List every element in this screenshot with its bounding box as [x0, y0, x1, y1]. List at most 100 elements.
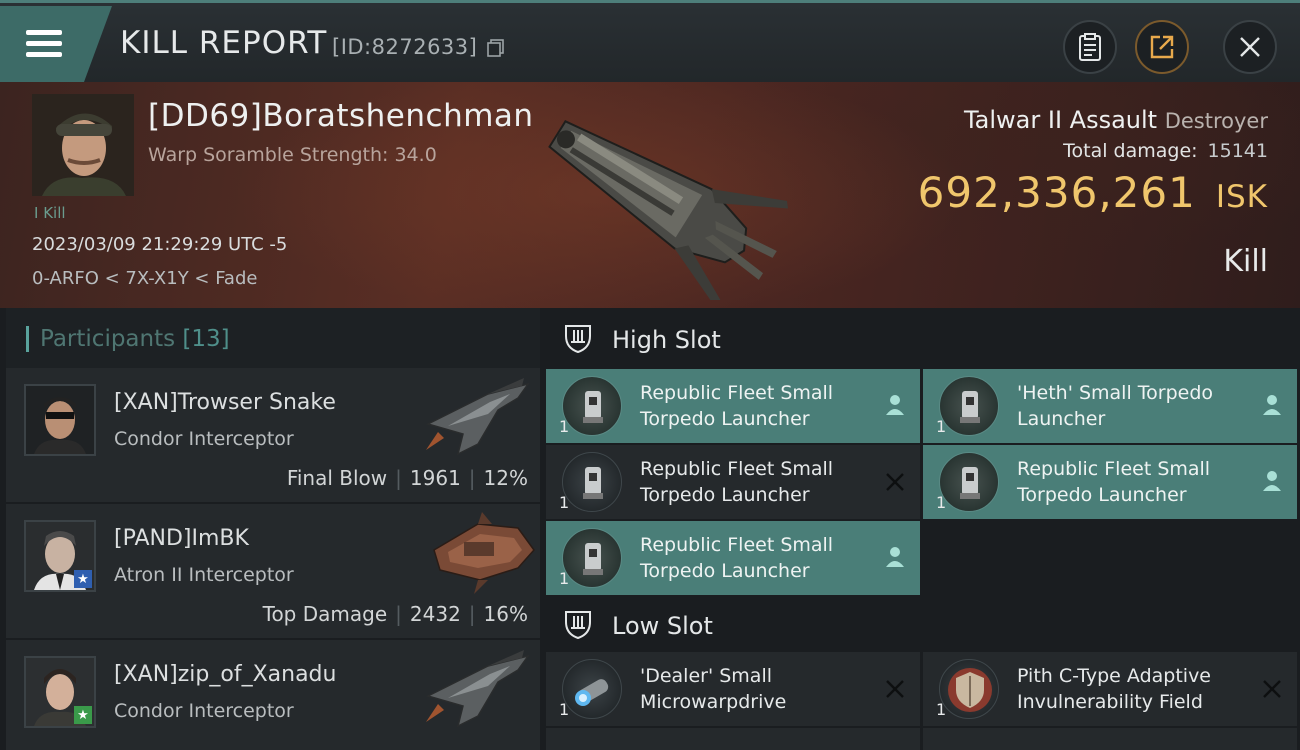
- module-item[interactable]: 1 'Dealer' Small Microwarpdrive: [546, 652, 920, 726]
- module-item[interactable]: 1 Republic Fleet Small Torpedo Launcher: [546, 369, 920, 443]
- participants-label: Participants: [40, 326, 176, 352]
- module-name: Pith C-Type Adaptive Invulnerability Fie…: [1017, 663, 1257, 715]
- module-item[interactable]: 1 Republic Fleet Small Torpedo Launcher: [546, 445, 920, 519]
- kill-banner: [DD69]Boratshenchman Warp Soramble Stren…: [0, 82, 1300, 308]
- module-name-line1: Republic Fleet Small: [640, 382, 834, 404]
- participant-row[interactable]: [XAN]Trowser Snake Condor Interceptor Fi…: [6, 368, 540, 504]
- participant-percent: 12%: [483, 466, 528, 490]
- participants-title: Participants [13]: [40, 326, 230, 352]
- torpedo-launcher-icon: [939, 376, 999, 436]
- module-name: Republic Fleet Small Torpedo Launcher: [1017, 456, 1257, 508]
- participant-name[interactable]: [XAN]zip_of_Xanadu: [114, 662, 336, 687]
- module-quantity: 1: [936, 493, 947, 512]
- module-item[interactable]: 1 Republic Fleet Small Torpedo Launcher: [923, 445, 1297, 519]
- character-portrait-icon: [26, 386, 94, 454]
- participant-ship-image[interactable]: [418, 646, 538, 732]
- participant-percent: 16%: [483, 602, 528, 626]
- module-name-line1: Republic Fleet Small: [640, 458, 834, 480]
- module-name: 'Dealer' Small Microwarpdrive: [640, 663, 880, 715]
- module-name: Republic Fleet Small Torpedo Launcher: [640, 380, 880, 432]
- clipboard-button[interactable]: [1063, 20, 1117, 74]
- participant-ship-image[interactable]: [418, 374, 538, 460]
- module-name: Republic Fleet Small Torpedo Launcher: [640, 532, 880, 584]
- share-button[interactable]: [1135, 20, 1189, 74]
- dropped-person-icon: [886, 395, 904, 415]
- menu-button[interactable]: [0, 6, 112, 82]
- module-name-line1: Republic Fleet Small: [1017, 458, 1211, 480]
- victim-ship-name[interactable]: Talwar II Assault Destroyer: [964, 106, 1268, 134]
- participant-ship-image[interactable]: [418, 510, 538, 596]
- high-slot-header: High Slot: [542, 308, 1300, 368]
- low-slot-header: Low Slot: [542, 594, 1300, 654]
- module-name-line2: Torpedo Launcher: [640, 560, 810, 582]
- close-icon: [1240, 37, 1260, 57]
- module-item[interactable]: [546, 728, 920, 750]
- module-name-line2: Torpedo Launcher: [640, 408, 810, 430]
- module-name-line2: Torpedo Launcher: [640, 484, 810, 506]
- participant-role: Final Blow: [286, 466, 388, 490]
- damage-label: Total damage:: [1063, 140, 1198, 162]
- title-bar: KILL REPORT [ID:8272633]: [0, 0, 1300, 82]
- victim-portrait[interactable]: [32, 94, 134, 196]
- close-button[interactable]: [1223, 20, 1277, 74]
- participants-panel: Participants [13] [XAN]Trowser Snake Con…: [6, 308, 540, 750]
- avatar[interactable]: [24, 384, 96, 456]
- hamburger-icon: [26, 30, 62, 57]
- module-item[interactable]: [923, 728, 1297, 750]
- low-slot-icon: [565, 611, 591, 640]
- module-quantity: 1: [559, 700, 570, 719]
- total-damage: Total damage: 15141: [1063, 140, 1268, 162]
- kill-datetime: 2023/03/09 21:29:29 UTC -5: [32, 234, 288, 255]
- module-name: Republic Fleet Small Torpedo Launcher: [640, 456, 880, 508]
- copy-icon[interactable]: [487, 39, 505, 57]
- kill-id: [ID:8272633]: [332, 35, 478, 59]
- victim-ship-image[interactable]: [520, 90, 790, 300]
- module-quantity: 1: [936, 417, 947, 436]
- page-title: KILL REPORT: [120, 25, 328, 61]
- torpedo-launcher-icon: [939, 452, 999, 512]
- isk-amount: 692,336,261: [917, 168, 1196, 217]
- participant-row[interactable]: ★ [PAND]ImBK Atron II Interceptor Top Da…: [6, 504, 540, 640]
- participant-name[interactable]: [PAND]ImBK: [114, 526, 249, 551]
- dropped-person-icon: [1263, 395, 1281, 415]
- module-item[interactable]: 1 'Heth' Small Torpedo Launcher: [923, 369, 1297, 443]
- module-quantity: 1: [559, 569, 570, 588]
- module-name-line2: Torpedo Launcher: [1017, 484, 1187, 506]
- module-item[interactable]: 1 Republic Fleet Small Torpedo Launcher: [546, 521, 920, 595]
- module-name-line1: Republic Fleet Small: [640, 534, 834, 556]
- avatar[interactable]: ★: [24, 520, 96, 592]
- module-name-line2: Microwarpdrive: [640, 691, 787, 713]
- module-name: 'Heth' Small Torpedo Launcher: [1017, 380, 1257, 432]
- participant-name[interactable]: [XAN]Trowser Snake: [114, 390, 336, 415]
- dropped-person-icon: [1263, 471, 1281, 491]
- module-name-line1: 'Dealer' Small: [640, 665, 772, 687]
- destroyed-x-icon: [886, 473, 904, 491]
- character-portrait-icon: [32, 94, 134, 196]
- damage-value: 15141: [1207, 140, 1268, 162]
- warp-scramble-strength: Warp Soramble Strength: 34.0: [148, 144, 437, 166]
- module-name-line2: Launcher: [1017, 408, 1106, 430]
- header-accent-bar: [26, 326, 29, 352]
- module-name-line1: Pith C-Type Adaptive: [1017, 665, 1211, 687]
- fitting-panel: High Slot 1 Republic Fleet Small Torpedo…: [542, 308, 1300, 750]
- participants-count: [13]: [182, 326, 230, 352]
- corp-star-icon: ★: [74, 570, 92, 588]
- result-label: Kill: [1223, 244, 1268, 279]
- destroyed-x-icon: [886, 680, 904, 698]
- victim-name[interactable]: [DD69]Boratshenchman: [148, 98, 534, 134]
- ship-type-name: Talwar II Assault: [963, 106, 1158, 134]
- participant-stats: Top Damage | 2432 | 16%: [262, 602, 528, 626]
- low-slot-label: Low Slot: [612, 612, 713, 640]
- module-item[interactable]: 1 Pith C-Type Adaptive Invulnerability F…: [923, 652, 1297, 726]
- module-name-line2: Invulnerability Field: [1017, 691, 1203, 713]
- torpedo-launcher-icon: [562, 376, 622, 436]
- dropped-person-icon: [886, 547, 904, 567]
- kill-location[interactable]: 0-ARFO < 7X-X1Y < Fade: [32, 268, 257, 289]
- avatar[interactable]: ★: [24, 656, 96, 728]
- microwarpdrive-icon: [562, 659, 622, 719]
- participant-damage: 2432: [409, 602, 461, 626]
- kill-count: I Kill: [34, 204, 66, 222]
- participant-row[interactable]: ★ [XAN]zip_of_Xanadu Condor Interceptor: [6, 640, 540, 750]
- participant-stats: Final Blow | 1961 | 12%: [286, 466, 528, 490]
- module-quantity: 1: [559, 417, 570, 436]
